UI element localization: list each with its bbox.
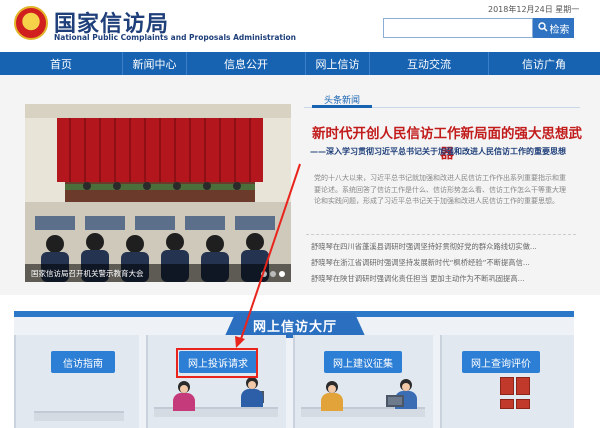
main-nav: 首页 新闻中心 信息公开 网上信访 互动交流 信访广角 (0, 52, 600, 75)
petition-guide-button[interactable]: 信访指南 (51, 351, 115, 373)
online-query-button[interactable]: 网上查询评价 (462, 351, 540, 373)
staff-figure-icon (172, 381, 196, 411)
computer-icon (386, 395, 404, 407)
carousel-dot[interactable] (279, 271, 285, 277)
site-header: 国家信访局 National Public Complaints and Pro… (0, 0, 600, 50)
search-input[interactable] (383, 18, 533, 38)
tab-active-indicator (312, 105, 372, 108)
current-date: 2018年12月24日 星期一 (488, 5, 580, 14)
nav-item-home[interactable]: 首页 (0, 52, 122, 75)
books-icon (500, 377, 540, 409)
site-title-english: National Public Complaints and Proposals… (54, 33, 297, 42)
search-button[interactable]: 检索 (533, 18, 574, 38)
news-photo-carousel[interactable]: 国家信访局召开机关警示教育大会 (25, 104, 291, 282)
search-button-label: 检索 (549, 24, 570, 36)
reception-desk (34, 411, 124, 421)
online-petition-hall: 网上信访大厅 信访指南 网上投诉请求 网上建议征集 网上查询评价 (14, 311, 574, 428)
staff-figure-icon (320, 381, 344, 411)
news-list: 舒晓琴在四川省蓬溪县调研时强调坚持好贯彻好党的群众路线切实做... 舒晓琴在浙江… (311, 239, 575, 287)
photo-caption: 国家信访局召开机关警示教育大会 (25, 264, 291, 282)
nav-item-news-center[interactable]: 新闻中心 (123, 52, 186, 75)
online-suggestion-button[interactable]: 网上建议征集 (324, 351, 402, 373)
headline-summary: 党的十八大以来，习近平总书记就加强和改进人民信访工作作出系列重要指示和重要论述。… (314, 174, 566, 205)
carousel-dot[interactable] (261, 271, 267, 277)
nav-item-petition-perspective[interactable]: 信访广角 (489, 52, 599, 75)
news-item[interactable]: 舒晓琴在四川省蓬溪县调研时强调坚持好贯彻好党的群众路线切实做... (311, 239, 575, 255)
staff-figure-icon (240, 377, 264, 407)
nav-item-online-petition[interactable]: 网上信访 (306, 52, 369, 75)
news-divider (306, 234, 576, 235)
news-item[interactable]: 舒晓琴在浙江省调研时强调坚持发展新时代“枫桥经验”不断提高信... (311, 255, 575, 271)
hall-title: 网上信访大厅 (252, 320, 337, 335)
national-emblem-icon (14, 6, 48, 40)
nav-item-info-disclosure[interactable]: 信息公开 (187, 52, 305, 75)
news-item[interactable]: 舒晓琴在陕甘调研时强调化责任担当 更加主动作为不断巩固提高... (311, 271, 575, 287)
highlight-box (176, 348, 258, 378)
search-icon (537, 21, 548, 35)
carousel-dots (261, 271, 285, 277)
carousel-dot[interactable] (270, 271, 276, 277)
meeting-hall-photo (25, 104, 291, 282)
headline-subtitle[interactable]: ——深入学习贯彻习近平总书记关于加强和改进人民信访工作的重要思想 (310, 146, 586, 157)
nav-item-interaction[interactable]: 互动交流 (370, 52, 488, 75)
